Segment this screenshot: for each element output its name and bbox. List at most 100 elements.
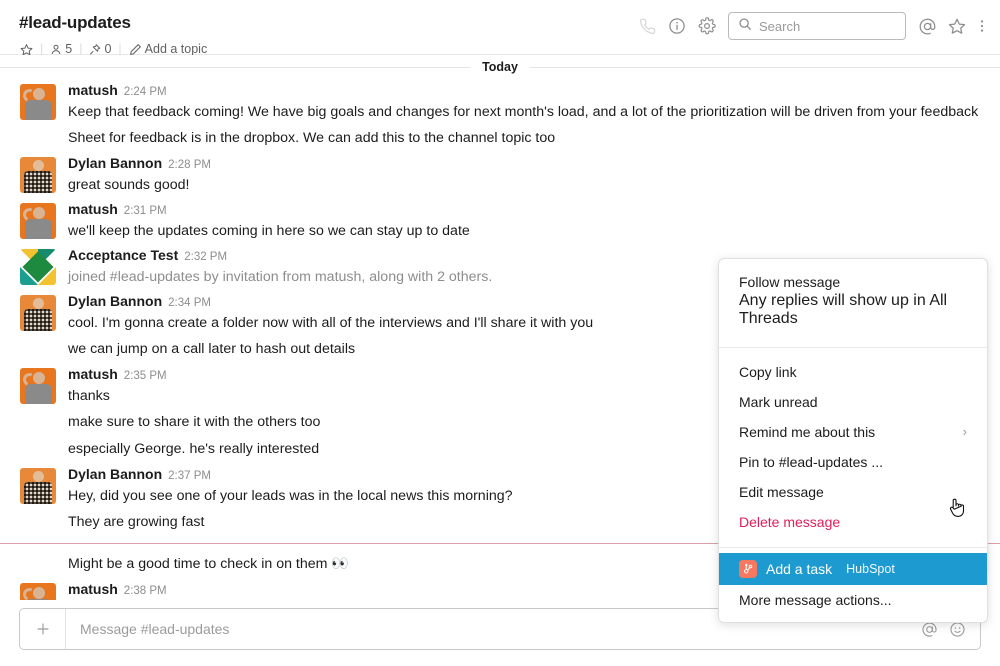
message-timestamp[interactable]: 2:37 PM [168,470,211,482]
avatar-slot [20,201,68,239]
menu-item-label: Copy link [739,362,797,382]
menu-item-edit-message[interactable]: Edit message [719,477,987,507]
menu-item-remind-me[interactable]: Remind me about this › [719,417,987,447]
avatar-slot [20,581,68,600]
day-divider-label: Today [470,60,530,74]
message-timestamp[interactable]: 2:31 PM [124,205,167,217]
message-body: matush 2:24 PM Keep that feedback coming!… [68,82,980,123]
message-author[interactable]: Acceptance Test [68,247,178,263]
table-row[interactable]: matush 2:24 PM Keep that feedback coming!… [20,79,980,125]
message-text: Keep that feedback coming! We have big g… [68,102,980,123]
avatar[interactable] [20,203,56,239]
menu-item-label: More message actions... [739,590,892,610]
message-timestamp[interactable]: 2:38 PM [124,585,167,597]
avatar[interactable] [20,84,56,120]
avatar-slot [20,366,68,404]
kebab-menu-icon[interactable] [972,11,992,41]
context-menu-section-apps: Add a task HubSpot More message actions.… [719,547,987,622]
follow-message-label: Follow message [739,272,967,292]
follow-message-sublabel: Any replies will show up in All Threads [739,292,967,328]
page-title: #lead-updates [19,13,131,33]
message-author[interactable]: matush [68,82,118,98]
search-placeholder: Search [759,19,800,34]
message-text: we'll keep the updates coming in here so… [68,221,980,242]
menu-item-delete-message[interactable]: Delete message [719,507,987,537]
avatar-slot [20,155,68,193]
gear-icon[interactable] [692,11,722,41]
phone-icon[interactable] [632,11,662,41]
avatar[interactable] [20,295,56,331]
channel-pins-button[interactable]: 0 [89,42,111,56]
hubspot-icon [739,560,757,578]
header-actions: Search [632,11,992,41]
divider-line [0,67,470,68]
message-body: Dylan Bannon 2:28 PM great sounds good! [68,155,980,196]
avatar-slot [20,293,68,331]
message-input-placeholder: Message #lead-updates [80,621,229,637]
divider-line [530,67,1000,68]
menu-item-pin-to-channel[interactable]: Pin to #lead-updates ... [719,447,987,477]
star-channel-button[interactable] [20,43,33,56]
channel-members-button[interactable]: 5 [50,42,72,56]
menu-item-label: Remind me about this [739,422,875,442]
context-menu-section-actions: Copy link Mark unread Remind me about th… [719,347,987,547]
members-count: 5 [65,42,72,56]
slack-window: #lead-updates | 5 | 0 | [0,0,1000,666]
message-timestamp[interactable]: 2:32 PM [184,251,227,263]
message-group: matush 2:24 PM Keep that feedback coming!… [0,79,1000,152]
message-timestamp[interactable]: 2:34 PM [168,297,211,309]
channel-header: #lead-updates | 5 | 0 | [0,0,1000,55]
menu-item-more-message-actions[interactable]: More message actions... [719,585,987,615]
avatar[interactable] [20,583,56,600]
menu-item-mark-unread[interactable]: Mark unread [719,387,987,417]
menu-item-label: Edit message [739,482,824,502]
table-row[interactable]: Dylan Bannon 2:28 PM great sounds good! [20,152,980,198]
message-header: matush 2:24 PM [68,82,980,101]
divider: | [118,42,121,56]
message-author[interactable]: matush [68,366,118,382]
pencil-icon [129,43,142,56]
message-author[interactable]: matush [68,201,118,217]
message-header: Dylan Bannon 2:28 PM [68,155,980,174]
message-body: matush 2:31 PM we'll keep the updates com… [68,201,980,242]
message-timestamp[interactable]: 2:24 PM [124,86,167,98]
search-icon [738,17,752,36]
message-timestamp[interactable]: 2:28 PM [168,159,211,171]
avatar-slot [20,466,68,504]
menu-item-label: Pin to #lead-updates ... [739,452,883,472]
avatar[interactable] [20,249,56,285]
menu-item-add-task-hubspot[interactable]: Add a task HubSpot [719,553,987,585]
context-menu-section-follow: Follow message Any replies will show up … [719,259,987,347]
avatar-slot [20,247,68,285]
menu-item-label: Mark unread [739,392,818,412]
channel-meta-bar: | 5 | 0 | Add a topic [20,42,207,56]
message-author[interactable]: Dylan Bannon [68,293,162,309]
avatar[interactable] [20,468,56,504]
message-author[interactable]: matush [68,581,118,597]
divider: | [79,42,82,56]
starred-items-icon[interactable] [942,11,972,41]
message-group: Dylan Bannon 2:28 PM great sounds good! [0,152,1000,198]
day-divider: Today [0,55,1000,79]
avatar[interactable] [20,368,56,404]
follow-message-item[interactable]: Follow message Any replies will show up … [719,268,987,336]
message-author[interactable]: Dylan Bannon [68,466,162,482]
menu-item-copy-link[interactable]: Copy link [719,357,987,387]
table-row[interactable]: matush 2:31 PM we'll keep the updates com… [20,198,980,244]
message-text: great sounds good! [68,175,980,196]
message-author[interactable]: Dylan Bannon [68,155,162,171]
menu-item-label: Delete message [739,512,840,532]
at-mention-icon[interactable] [912,11,942,41]
pins-count: 0 [104,42,111,56]
divider: | [40,42,43,56]
message-timestamp[interactable]: 2:35 PM [124,370,167,382]
add-topic-button[interactable]: Add a topic [129,42,208,56]
member-icon [50,43,62,56]
info-circle-icon[interactable] [662,11,692,41]
search-input[interactable]: Search [728,12,906,40]
add-attachment-icon[interactable] [20,609,66,649]
avatar[interactable] [20,157,56,193]
hubspot-row: Add a task HubSpot [739,559,895,579]
menu-item-label: Add a task [766,559,832,579]
pin-icon [89,43,101,56]
